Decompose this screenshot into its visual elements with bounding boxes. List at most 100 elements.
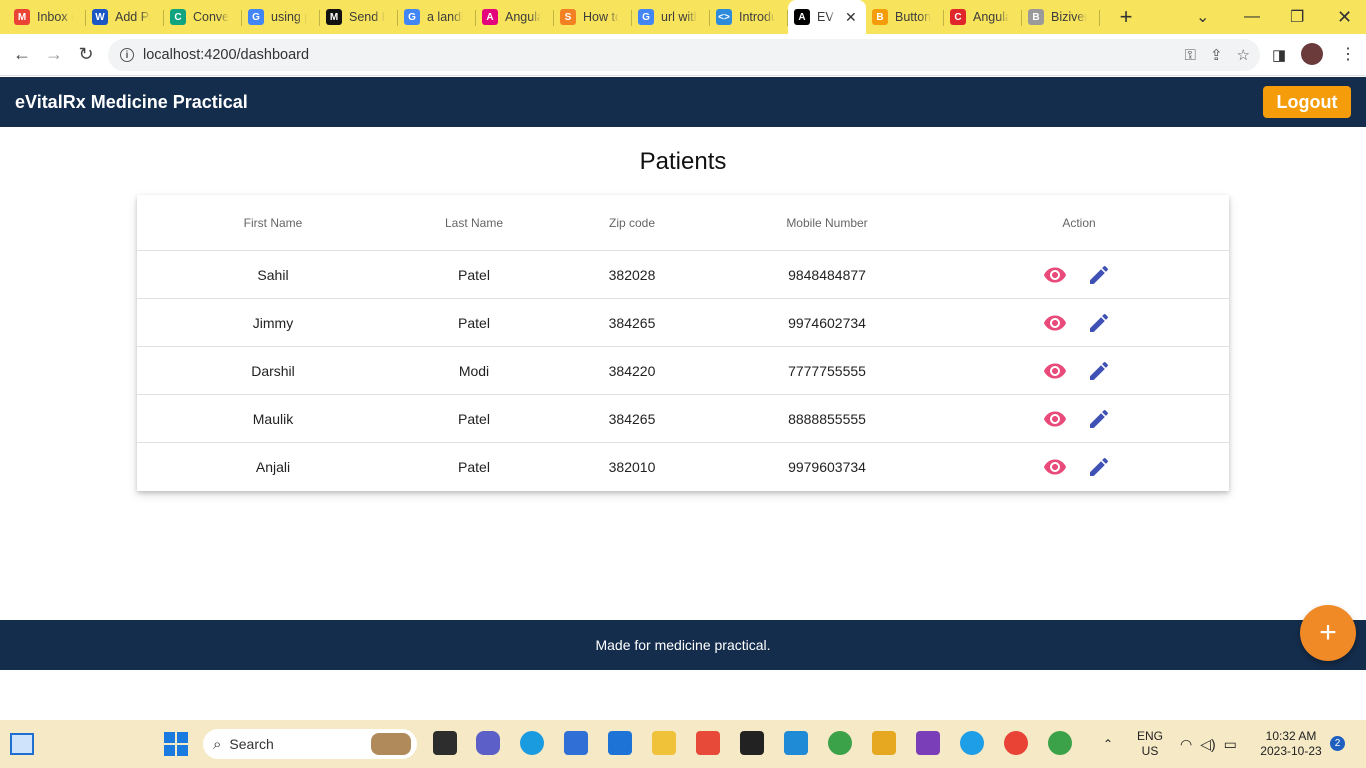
mail-icon[interactable] <box>608 731 632 755</box>
widgets-icon[interactable] <box>10 733 34 755</box>
start-menu-icon[interactable] <box>164 732 188 756</box>
search-label: Search <box>229 736 274 752</box>
logout-button[interactable]: Logout <box>1263 86 1351 118</box>
view-patient-button[interactable] <box>1043 263 1067 287</box>
forward-button[interactable]: → <box>38 39 70 71</box>
browser-tab[interactable]: C Angula <box>944 4 1022 30</box>
new-tab-button[interactable]: + <box>1114 4 1138 30</box>
browser-tab[interactable]: M Inbox ( <box>8 4 86 30</box>
tab-favicon-icon: S <box>560 9 576 25</box>
browser-tab[interactable]: Ga landi <box>398 4 476 30</box>
browser-tab[interactable]: A Angula <box>476 4 554 30</box>
browser-toolbar: ← → ↻ i localhost:4200/dashboard ⚿ ⇪ ☆ ◨… <box>0 34 1366 76</box>
reload-button[interactable]: ↻ <box>70 39 102 71</box>
maximize-button[interactable]: ❐ <box>1290 0 1304 34</box>
bookmark-star-icon[interactable]: ☆ <box>1237 46 1250 64</box>
view-patient-button[interactable] <box>1043 311 1067 335</box>
browser-tab[interactable]: C Conver <box>164 4 242 30</box>
skype-icon[interactable] <box>960 731 984 755</box>
tab-favicon-icon: C <box>170 9 186 25</box>
close-window-button[interactable]: ✕ <box>1337 0 1352 34</box>
chrome-profile-icon[interactable] <box>828 731 852 755</box>
tab-favicon-icon: M <box>326 9 342 25</box>
clock-time: 10:32 AM <box>1265 729 1317 743</box>
search-icon: ⌕ <box>213 735 222 753</box>
minimize-button[interactable]: — <box>1244 0 1260 34</box>
browser-tab[interactable]: <> Introdu <box>710 4 788 30</box>
taskbar-clock[interactable]: 10:32 AM 2023-10-23 <box>1258 729 1324 759</box>
back-button[interactable]: ← <box>6 39 38 71</box>
notification-badge[interactable]: 2 <box>1330 736 1345 751</box>
first-name-cell: Darshil <box>251 362 295 379</box>
zip-code-cell: 382010 <box>608 458 656 475</box>
view-patient-button[interactable] <box>1043 359 1067 383</box>
terminal-icon[interactable] <box>740 731 764 755</box>
view-patient-button[interactable] <box>1043 455 1067 479</box>
column-header-last-name[interactable]: Last Name <box>374 195 574 251</box>
table-row: Darshil Modi 384220 7777755555 <box>137 346 1229 394</box>
eye-icon <box>1044 315 1066 330</box>
store-icon[interactable] <box>564 731 588 755</box>
visual-studio-icon[interactable] <box>916 731 940 755</box>
browser-tab[interactable]: M Send H <box>320 4 398 30</box>
language-indicator[interactable]: ENG US <box>1132 729 1168 759</box>
browser-tab[interactable]: A EV ✕ <box>788 0 866 34</box>
taskbar-search[interactable]: ⌕ Search <box>203 729 417 759</box>
browser-tab[interactable]: B Button <box>866 4 944 30</box>
system-tray[interactable]: ◠ ◁) ▭ <box>1180 720 1237 768</box>
tab-favicon-icon: B <box>872 9 888 25</box>
chrome-icon-2[interactable] <box>1048 731 1072 755</box>
app-header: eVitalRx Medicine Practical Logout <box>0 77 1366 127</box>
address-bar[interactable]: i localhost:4200/dashboard ⚿ ⇪ ☆ <box>108 39 1260 71</box>
first-name-cell: Sahil <box>257 266 289 283</box>
app-icon[interactable] <box>872 731 896 755</box>
edit-patient-button[interactable] <box>1087 311 1111 335</box>
view-patient-button[interactable] <box>1043 407 1067 431</box>
tray-overflow-icon[interactable]: ⌃ <box>1103 720 1113 768</box>
edit-patient-button[interactable] <box>1087 455 1111 479</box>
browser-tab[interactable]: B Biziver <box>1022 4 1100 30</box>
edit-patient-button[interactable] <box>1087 263 1111 287</box>
browser-tab[interactable]: W Add Pa <box>86 4 164 30</box>
tab-favicon-icon: W <box>92 9 108 25</box>
vscode-icon[interactable] <box>784 731 808 755</box>
column-header-first-name[interactable]: First Name <box>173 195 373 251</box>
language-bottom: US <box>1141 744 1159 758</box>
column-header-mobile-number[interactable]: Mobile Number <box>727 195 927 251</box>
edit-patient-button[interactable] <box>1087 407 1111 431</box>
chrome-icon[interactable] <box>1004 731 1028 755</box>
add-patient-button[interactable]: + <box>1300 605 1356 661</box>
edit-patient-button[interactable] <box>1087 359 1111 383</box>
eye-icon <box>1044 363 1066 378</box>
browser-tab[interactable]: Gusing p <box>242 4 320 30</box>
wifi-icon: ◠ <box>1180 735 1193 752</box>
row-actions <box>1043 299 1111 346</box>
tab-label: Add Pa <box>115 10 151 24</box>
file-explorer-icon[interactable] <box>652 731 676 755</box>
tab-search-icon[interactable]: ⌄ <box>1196 0 1209 34</box>
browser-menu-icon[interactable]: ⋮ <box>1340 44 1356 64</box>
patients-table: First Name Last Name Zip code Mobile Num… <box>137 195 1229 491</box>
eye-icon <box>1044 411 1066 426</box>
page-title: Patients <box>639 148 727 175</box>
profile-avatar[interactable] <box>1301 43 1323 65</box>
tab-label: using p <box>271 10 307 24</box>
git-icon[interactable] <box>696 731 720 755</box>
language-top: ENG <box>1136 729 1163 743</box>
side-panel-icon[interactable]: ◨ <box>1272 46 1286 64</box>
browser-tab[interactable]: Gurl with <box>632 4 710 30</box>
browser-tab[interactable]: S How to <box>554 4 632 30</box>
table-header-row: First Name Last Name Zip code Mobile Num… <box>137 195 1229 251</box>
task-view-icon[interactable] <box>433 731 457 755</box>
close-tab-icon[interactable]: ✕ <box>845 9 857 26</box>
site-info-icon[interactable]: i <box>120 48 134 62</box>
column-header-zip-code[interactable]: Zip code <box>557 195 707 251</box>
chat-icon[interactable] <box>476 731 500 755</box>
zip-code-cell: 384265 <box>608 314 656 331</box>
tab-label: Button <box>895 10 931 24</box>
column-header-action: Action <box>1062 216 1096 230</box>
edge-icon[interactable] <box>520 731 544 755</box>
key-icon[interactable]: ⚿ <box>1185 47 1196 64</box>
first-name-cell: Anjali <box>255 458 291 475</box>
share-icon[interactable]: ⇪ <box>1210 46 1223 64</box>
